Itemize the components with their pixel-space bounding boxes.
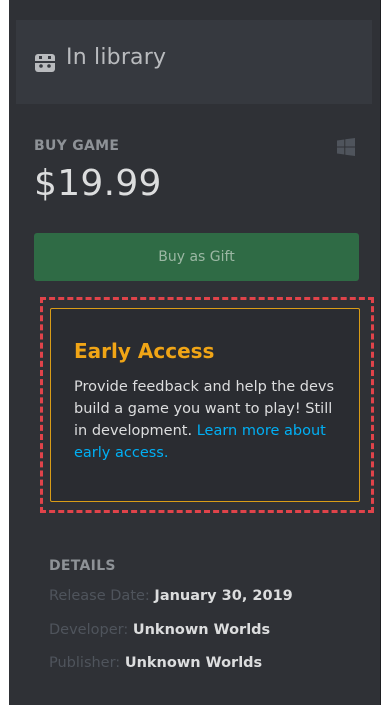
early-access-title: Early Access [74, 339, 215, 363]
detail-row-release-date: Release Date: January 30, 2019 [49, 588, 293, 604]
buy-game-label: BUY GAME [34, 138, 120, 154]
detail-value: Unknown Worlds [132, 622, 271, 638]
game-controller-icon [34, 52, 56, 74]
detail-key: Publisher: [49, 655, 121, 671]
detail-row-publisher: Publisher: Unknown Worlds [49, 655, 262, 671]
buy-as-gift-button[interactable]: Buy as Gift [34, 233, 359, 281]
game-price: $19.99 [34, 163, 162, 204]
details-heading: DETAILS [49, 558, 116, 574]
detail-key: Developer: [49, 622, 129, 638]
library-status-label: In library [66, 45, 167, 70]
detail-value: January 30, 2019 [154, 588, 293, 604]
detail-key: Release Date: [49, 588, 150, 604]
windows-icon [337, 138, 355, 156]
detail-value: Unknown Worlds [124, 655, 263, 671]
early-access-description: Provide feedback and help the devs build… [74, 376, 346, 464]
detail-row-developer: Developer: Unknown Worlds [49, 622, 270, 638]
